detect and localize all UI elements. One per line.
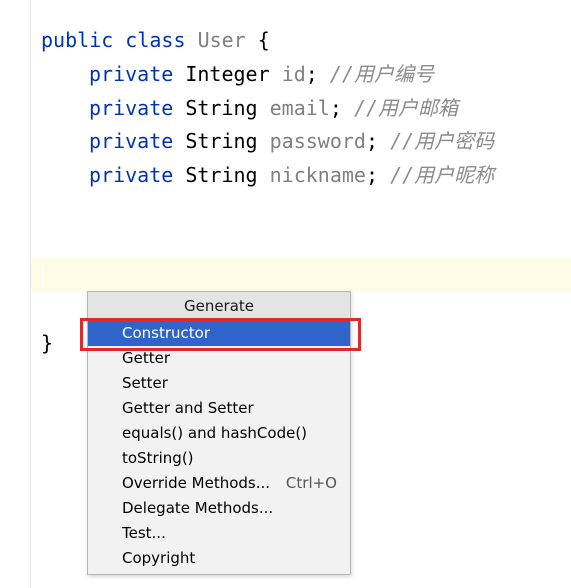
menu-item-test[interactable]: Test... bbox=[88, 521, 350, 546]
class-declaration-line: public class User { bbox=[41, 23, 270, 57]
close-brace: } bbox=[41, 331, 54, 355]
field-name: password bbox=[269, 129, 366, 153]
menu-item-label: Delegate Methods... bbox=[122, 499, 274, 517]
semicolon: ; bbox=[329, 96, 342, 120]
field-modifier: private bbox=[89, 62, 174, 86]
generate-popup-title: Generate bbox=[88, 292, 350, 321]
field-type: String bbox=[185, 96, 258, 120]
field-modifier: private bbox=[89, 163, 174, 187]
field-line-password: private String password; //用户密码 bbox=[89, 124, 494, 158]
semicolon: ; bbox=[305, 62, 318, 86]
field-name: email bbox=[269, 96, 330, 120]
generate-popup: Generate Constructor Getter Setter Gette… bbox=[87, 291, 351, 575]
open-brace: { bbox=[257, 28, 270, 52]
text-caret bbox=[42, 263, 44, 287]
menu-item-getter-and-setter[interactable]: Getter and Setter bbox=[88, 396, 350, 421]
menu-item-label: Getter and Setter bbox=[122, 399, 254, 417]
menu-item-label: toString() bbox=[122, 449, 194, 467]
menu-item-setter[interactable]: Setter bbox=[88, 371, 350, 396]
class-keyword: class bbox=[125, 28, 186, 52]
field-line-email: private String email; //用户邮箱 bbox=[89, 91, 458, 125]
field-comment: //用户密码 bbox=[390, 129, 495, 153]
field-modifier: private bbox=[89, 129, 174, 153]
field-comment: //用户邮箱 bbox=[353, 96, 459, 120]
menu-item-getter[interactable]: Getter bbox=[88, 346, 350, 371]
menu-item-label: Setter bbox=[122, 374, 168, 392]
field-line-nickname: private String nickname; //用户昵称 bbox=[89, 158, 494, 192]
menu-item-label: Getter bbox=[122, 349, 171, 367]
menu-item-label: Override Methods... bbox=[122, 474, 271, 492]
class-name: User bbox=[197, 28, 246, 52]
field-modifier: private bbox=[89, 96, 174, 120]
menu-item-label: equals() and hashCode() bbox=[122, 424, 308, 442]
menu-item-override-methods[interactable]: Override Methods... Ctrl+O bbox=[88, 471, 350, 496]
menu-item-tostring[interactable]: toString() bbox=[88, 446, 350, 471]
field-comment: //用户编号 bbox=[329, 62, 434, 86]
field-type: String bbox=[185, 163, 258, 187]
semicolon: ; bbox=[365, 129, 379, 153]
semicolon: ; bbox=[365, 163, 379, 187]
class-closing-line: } bbox=[41, 326, 53, 360]
menu-item-delegate-methods[interactable]: Delegate Methods... bbox=[88, 496, 350, 521]
public-keyword: public bbox=[41, 28, 114, 52]
field-line-id: private Integer id; //用户编号 bbox=[89, 57, 434, 91]
menu-item-label: Copyright bbox=[122, 549, 196, 567]
menu-item-copyright[interactable]: Copyright bbox=[88, 546, 350, 571]
field-name: nickname bbox=[269, 163, 366, 187]
menu-item-label: Constructor bbox=[122, 324, 211, 342]
menu-item-shortcut: Ctrl+O bbox=[285, 474, 337, 492]
field-name: id bbox=[281, 62, 306, 86]
field-comment: //用户昵称 bbox=[390, 163, 495, 187]
field-type: Integer bbox=[185, 62, 270, 86]
menu-item-equals-hashcode[interactable]: equals() and hashCode() bbox=[88, 421, 350, 446]
menu-item-constructor[interactable]: Constructor bbox=[88, 321, 350, 346]
menu-item-label: Test... bbox=[122, 524, 166, 542]
field-type: String bbox=[185, 129, 258, 153]
editor-gutter bbox=[0, 0, 31, 588]
